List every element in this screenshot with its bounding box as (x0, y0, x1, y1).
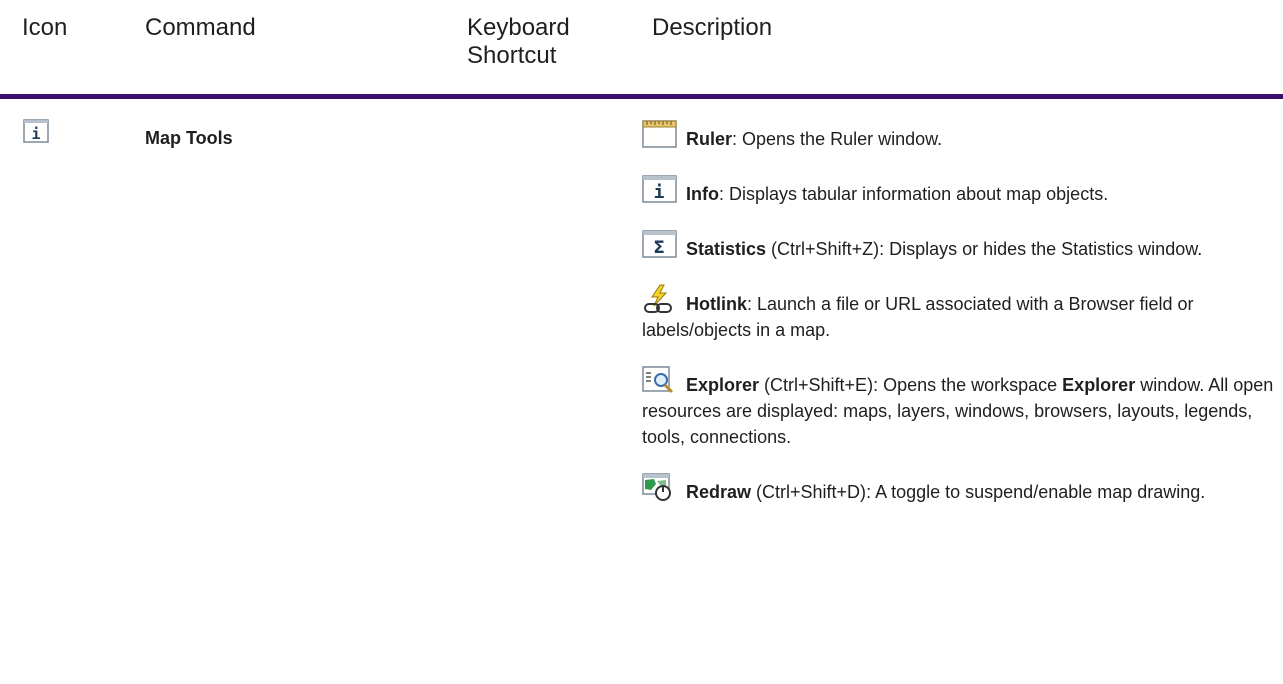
hotlink-label: Hotlink (686, 294, 747, 314)
explorer-shortcut: (Ctrl+Shift+E) (759, 375, 874, 395)
header-keyboard-shortcut: Keyboard Shortcut (467, 14, 570, 69)
statistics-icon: Σ (642, 230, 677, 258)
statistics-label: Statistics (686, 239, 767, 259)
info-desc: : Displays tabular information about map… (719, 184, 1109, 204)
ruler-label: Ruler (686, 129, 733, 149)
redraw-desc: : A toggle to suspend/enable map drawing… (866, 482, 1206, 502)
header-command: Command (145, 14, 256, 41)
info-window-icon: i (23, 119, 49, 143)
command-name: Map Tools (145, 128, 233, 148)
header-icon: Icon (22, 14, 68, 41)
list-item: Σ Statistics (Ctrl+Shift+Z): Displays or… (642, 229, 1274, 262)
info-label: Info (686, 184, 719, 204)
hotlink-icon (644, 284, 672, 313)
redraw-icon (642, 473, 671, 501)
redraw-shortcut: (Ctrl+Shift+D) (751, 482, 867, 502)
description-list: Ruler: Opens the Ruler window. i Info: D… (642, 119, 1274, 527)
table-header: Icon Command Keyboard Shortcut Descripti… (0, 0, 1283, 94)
command-table: Icon Command Keyboard Shortcut Descripti… (0, 0, 1283, 502)
header-description: Description (652, 14, 773, 41)
statistics-shortcut: (Ctrl+Shift+Z) (766, 239, 880, 259)
svg-text:i: i (654, 182, 665, 203)
statistics-desc: : Displays or hides the Statistics windo… (879, 239, 1203, 259)
list-item: Hotlink: Launch a file or URL associated… (642, 284, 1274, 343)
ruler-desc: : Opens the Ruler window. (732, 129, 943, 149)
explorer-desc-bold: Explorer (1062, 375, 1136, 395)
explorer-icon (642, 366, 674, 394)
header-divider (0, 94, 1283, 99)
list-item: Explorer (Ctrl+Shift+E): Opens the works… (642, 365, 1274, 450)
redraw-label: Redraw (686, 482, 752, 502)
list-item: Ruler: Opens the Ruler window. (642, 119, 1274, 152)
explorer-label: Explorer (686, 375, 760, 395)
explorer-desc-pre: : Opens the workspace (873, 375, 1063, 395)
ruler-icon (642, 120, 677, 148)
list-item: i Info: Displays tabular information abo… (642, 174, 1274, 207)
svg-text:Σ: Σ (653, 238, 665, 258)
info-icon: i (642, 175, 677, 203)
svg-text:i: i (31, 125, 40, 143)
list-item: Redraw (Ctrl+Shift+D): A toggle to suspe… (642, 472, 1274, 505)
